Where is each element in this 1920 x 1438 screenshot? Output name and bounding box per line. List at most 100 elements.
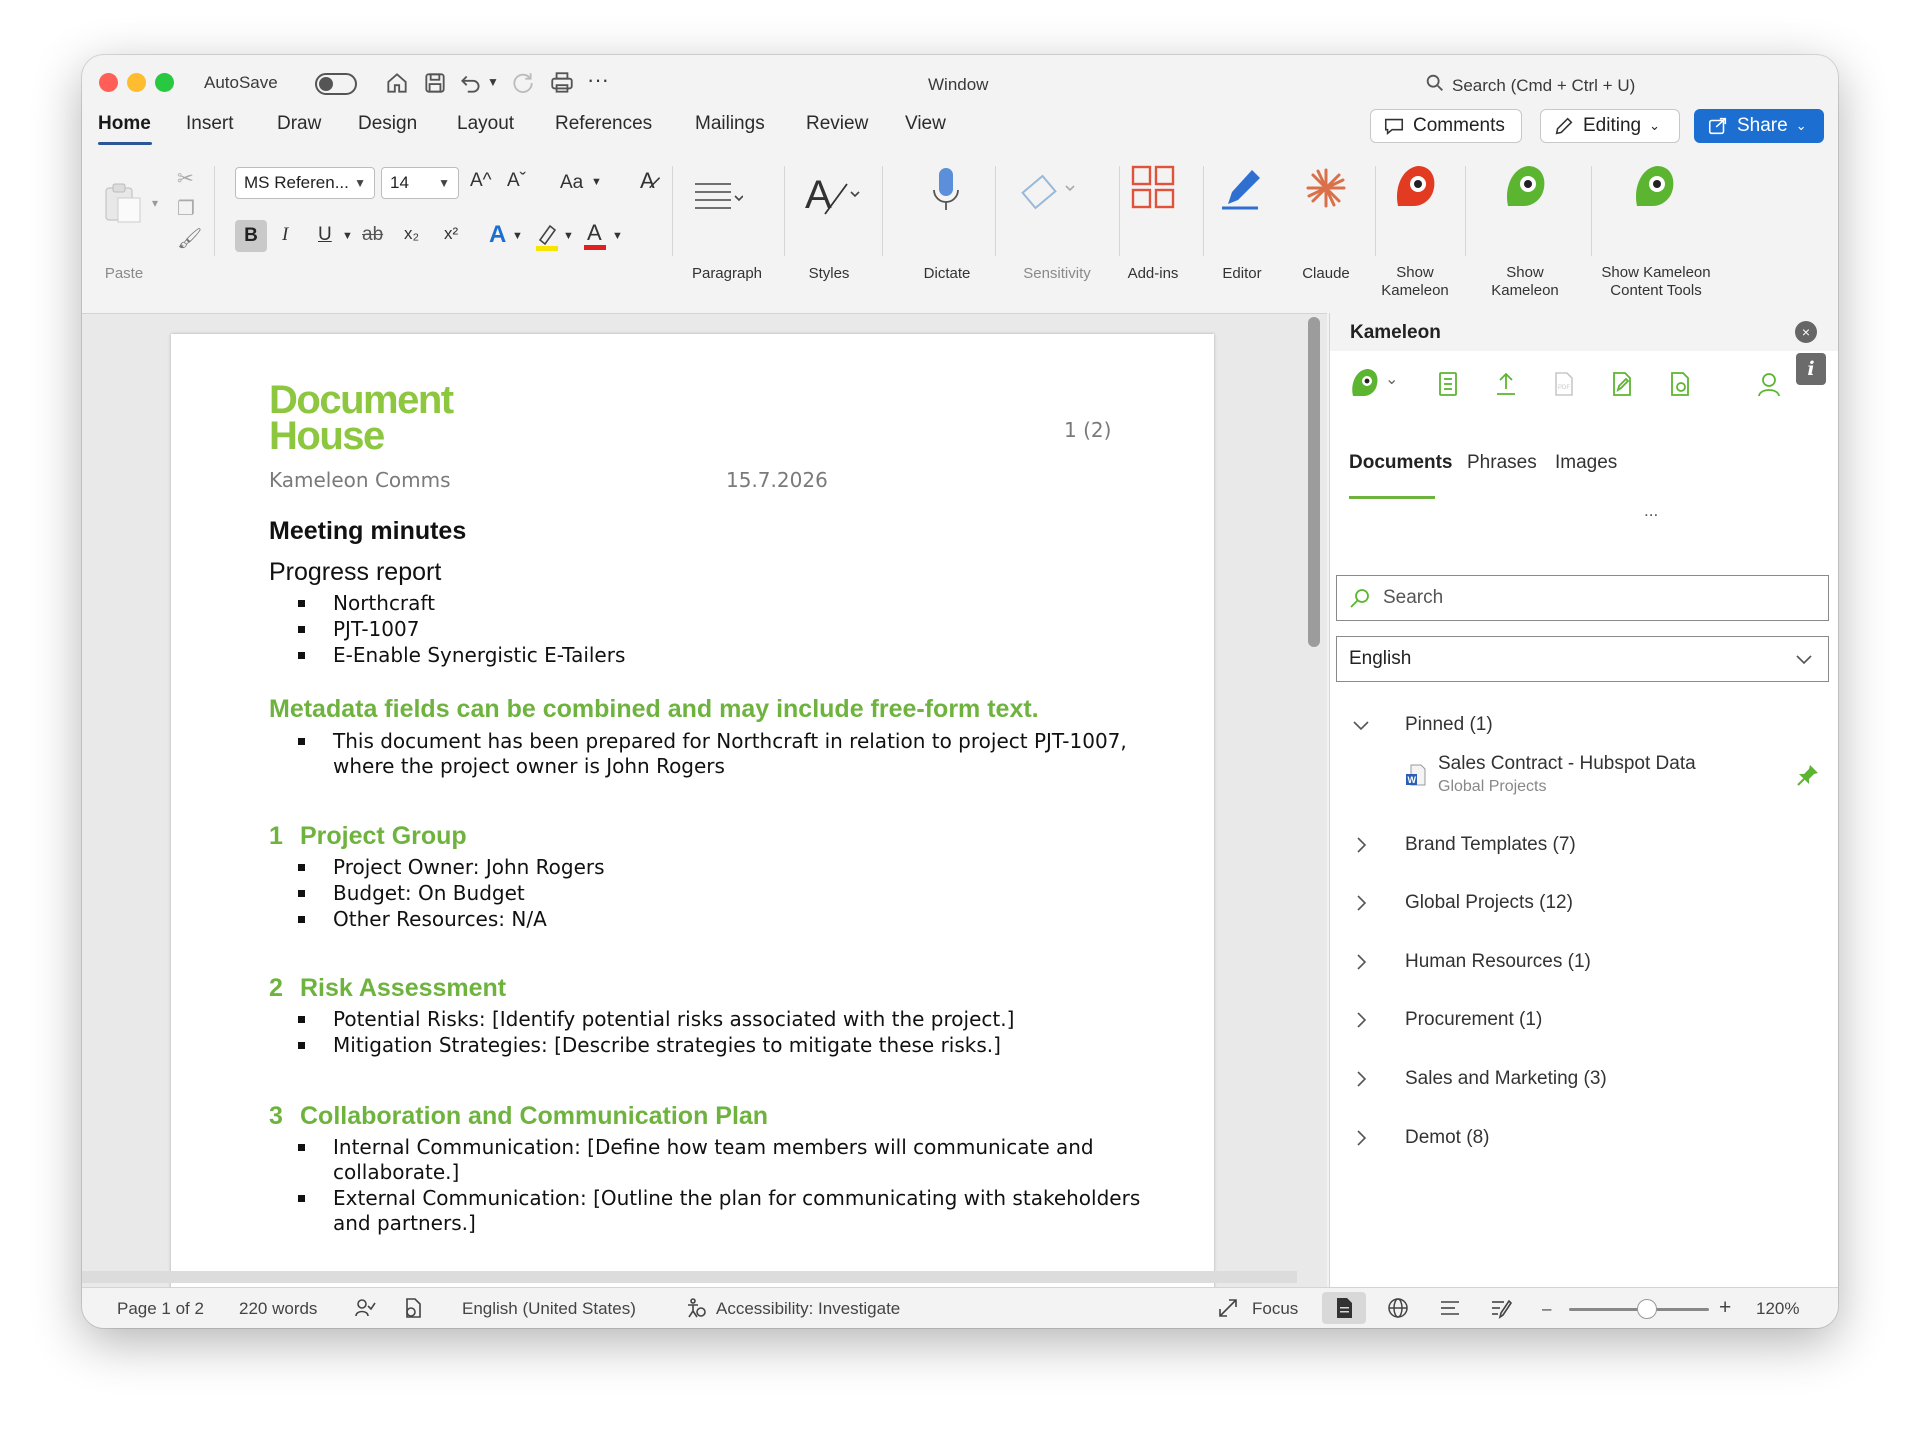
tree-group-brand-templates[interactable]: Brand Templates (7) bbox=[1330, 834, 1838, 864]
kameleon-red-icon[interactable] bbox=[1392, 162, 1438, 212]
focus-icon[interactable] bbox=[1217, 1297, 1239, 1319]
print-layout-view-button[interactable] bbox=[1322, 1292, 1366, 1324]
comments-button[interactable]: Comments bbox=[1370, 109, 1522, 143]
chevron-down-icon[interactable]: ▼ bbox=[342, 230, 353, 242]
sensitivity-icon[interactable] bbox=[1020, 166, 1080, 214]
cut-icon[interactable]: ✂ bbox=[177, 166, 194, 191]
zoom-in-button[interactable]: + bbox=[1719, 1296, 1731, 1320]
copy-icon[interactable]: ❐ bbox=[177, 196, 195, 221]
share-button[interactable]: Share ⌄ bbox=[1694, 109, 1824, 143]
italic-button[interactable]: I bbox=[282, 224, 288, 246]
kameleon-green-icon[interactable] bbox=[1502, 162, 1548, 212]
tree-group-sales-marketing[interactable]: Sales and Marketing (3) bbox=[1330, 1068, 1838, 1098]
info-icon[interactable]: i bbox=[1796, 353, 1826, 385]
shrink-font-button[interactable]: Aˇ bbox=[507, 170, 526, 192]
tab-view[interactable]: View bbox=[905, 113, 946, 135]
tab-references[interactable]: References bbox=[555, 113, 652, 135]
tab-draw[interactable]: Draw bbox=[277, 113, 321, 135]
title-search-box[interactable]: Search (Cmd + Ctrl + U) bbox=[1452, 76, 1635, 96]
outline-view-icon[interactable] bbox=[1439, 1297, 1461, 1319]
panel-close-icon[interactable]: × bbox=[1795, 321, 1817, 343]
proofing-icon[interactable] bbox=[354, 1297, 376, 1319]
focus-label[interactable]: Focus bbox=[1252, 1299, 1298, 1319]
print-icon[interactable] bbox=[549, 70, 575, 96]
tree-group-procurement[interactable]: Procurement (1) bbox=[1330, 1009, 1838, 1039]
tab-layout[interactable]: Layout bbox=[457, 113, 514, 135]
more-commands-icon[interactable]: ··· bbox=[587, 67, 609, 93]
editing-mode-button[interactable]: Editing ⌄ bbox=[1540, 109, 1680, 143]
more-options-icon[interactable]: ... bbox=[1644, 501, 1658, 521]
chevron-down-icon[interactable]: ▼ bbox=[512, 230, 523, 242]
save-icon[interactable] bbox=[422, 70, 448, 96]
underline-button[interactable]: U bbox=[318, 224, 332, 246]
undo-icon[interactable] bbox=[458, 70, 484, 96]
grow-font-button[interactable]: A^ bbox=[470, 170, 492, 192]
bold-button[interactable]: B bbox=[235, 220, 267, 252]
font-name-select[interactable]: MS Referen... ▼ bbox=[235, 167, 375, 199]
tab-review[interactable]: Review bbox=[806, 113, 868, 135]
styles-icon[interactable]: A bbox=[803, 170, 863, 220]
chevron-down-icon[interactable]: ▼ bbox=[563, 230, 574, 242]
upload-icon[interactable] bbox=[1494, 371, 1518, 397]
pin-icon[interactable] bbox=[1796, 763, 1820, 787]
accessibility-icon[interactable] bbox=[685, 1297, 707, 1319]
claude-icon[interactable] bbox=[1304, 166, 1348, 210]
chevron-down-icon[interactable]: ⌄ bbox=[1385, 369, 1398, 389]
font-size-select[interactable]: 14 ▼ bbox=[381, 167, 459, 199]
document-language[interactable]: English (United States) bbox=[462, 1299, 636, 1319]
highlight-color-icon[interactable] bbox=[534, 222, 560, 252]
chevron-right-icon[interactable] bbox=[1352, 953, 1370, 971]
pdf-icon[interactable]: PDF bbox=[1552, 371, 1576, 397]
tab-mailings[interactable]: Mailings bbox=[695, 113, 765, 135]
chevron-down-icon[interactable]: ▼ bbox=[612, 230, 623, 242]
paste-options-icon[interactable]: ▾ bbox=[152, 196, 158, 210]
user-icon[interactable] bbox=[1757, 371, 1781, 397]
accessibility-status[interactable]: Accessibility: Investigate bbox=[716, 1299, 900, 1319]
kameleon-logo-icon[interactable] bbox=[1349, 366, 1379, 400]
chevron-down-icon[interactable]: ▼ bbox=[591, 176, 602, 188]
document-horizontal-scrollbar[interactable] bbox=[82, 1271, 1297, 1283]
panel-tab-documents[interactable]: Documents bbox=[1349, 452, 1452, 474]
document-page[interactable]: Document House 1 (2) Kameleon Comms 15.7… bbox=[171, 334, 1214, 1328]
close-window-button[interactable] bbox=[99, 73, 118, 92]
document-sync-icon[interactable] bbox=[1668, 371, 1692, 397]
font-color-icon[interactable]: A bbox=[582, 220, 608, 252]
zoom-level[interactable]: 120% bbox=[1756, 1299, 1799, 1319]
text-effects-icon[interactable]: A bbox=[489, 221, 506, 249]
chevron-right-icon[interactable] bbox=[1352, 836, 1370, 854]
zoom-slider-thumb[interactable] bbox=[1637, 1299, 1657, 1319]
tree-group-demot[interactable]: Demot (8) bbox=[1330, 1127, 1838, 1157]
document-vertical-scrollbar[interactable] bbox=[1308, 317, 1320, 647]
zoom-out-button[interactable]: – bbox=[1542, 1299, 1551, 1319]
autosave-toggle[interactable] bbox=[315, 73, 357, 95]
panel-search-input[interactable]: Search bbox=[1336, 575, 1829, 621]
paragraph-icon[interactable] bbox=[693, 176, 744, 216]
track-changes-icon[interactable] bbox=[402, 1297, 424, 1319]
panel-tab-phrases[interactable]: Phrases bbox=[1467, 452, 1537, 474]
subscript-button[interactable]: x₂ bbox=[404, 224, 419, 244]
language-select[interactable]: English bbox=[1336, 636, 1829, 682]
editor-icon[interactable] bbox=[1218, 164, 1266, 212]
zoom-window-button[interactable] bbox=[155, 73, 174, 92]
add-ins-icon[interactable] bbox=[1130, 164, 1176, 210]
minimize-window-button[interactable] bbox=[127, 73, 146, 92]
kameleon-content-tools-icon[interactable] bbox=[1631, 162, 1677, 212]
home-icon[interactable] bbox=[384, 70, 410, 96]
tree-group-global-projects[interactable]: Global Projects (12) bbox=[1330, 892, 1838, 922]
tree-group-human-resources[interactable]: Human Resources (1) bbox=[1330, 951, 1838, 981]
format-painter-icon[interactable]: 🖌 bbox=[177, 226, 202, 251]
change-case-button[interactable]: Aa bbox=[560, 172, 583, 194]
edit-document-icon[interactable] bbox=[1610, 371, 1634, 397]
chevron-right-icon[interactable] bbox=[1352, 1070, 1370, 1088]
chevron-right-icon[interactable] bbox=[1352, 1011, 1370, 1029]
draft-view-icon[interactable] bbox=[1490, 1297, 1513, 1319]
pinned-item-title[interactable]: Sales Contract - Hubspot Data bbox=[1438, 753, 1696, 775]
tree-group-pinned[interactable]: Pinned (1) bbox=[1330, 714, 1838, 744]
web-layout-icon[interactable] bbox=[1387, 1297, 1409, 1319]
redo-icon[interactable] bbox=[510, 70, 536, 96]
word-count[interactable]: 220 words bbox=[239, 1299, 317, 1319]
chevron-right-icon[interactable] bbox=[1352, 894, 1370, 912]
tab-design[interactable]: Design bbox=[358, 113, 417, 135]
chevron-down-icon[interactable] bbox=[1352, 716, 1370, 734]
panel-tab-images[interactable]: Images bbox=[1555, 452, 1617, 474]
